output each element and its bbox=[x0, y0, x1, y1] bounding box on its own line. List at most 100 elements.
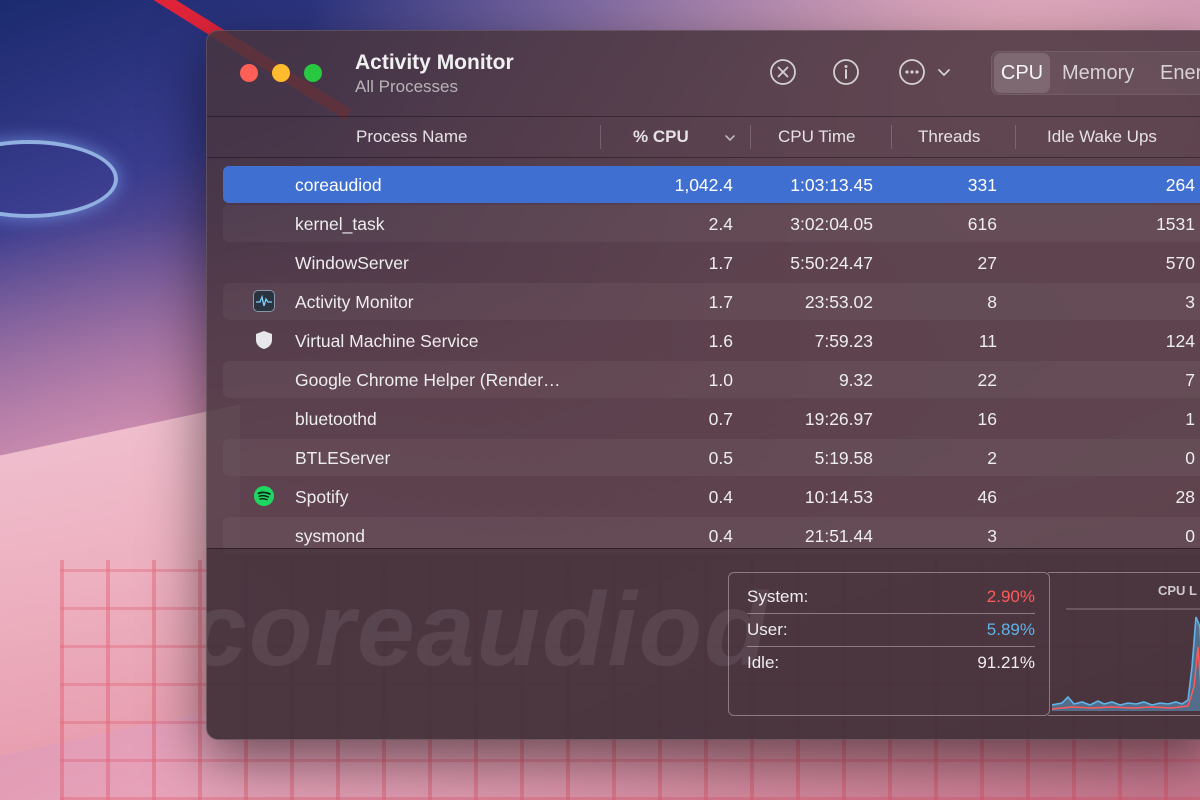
process-name: Virtual Machine Service bbox=[295, 331, 479, 351]
process-threads: 331 bbox=[967, 175, 997, 195]
process-idle-wake-ups: 1 bbox=[1185, 409, 1195, 429]
process-cpu: 2.4 bbox=[708, 214, 733, 234]
column-header-threads[interactable]: Threads bbox=[918, 127, 980, 147]
user-value: 5.89% bbox=[986, 620, 1035, 639]
shield-icon bbox=[253, 329, 275, 351]
chevron-down-icon[interactable] bbox=[935, 63, 953, 81]
stop-process-icon bbox=[770, 59, 796, 85]
process-name: Google Chrome Helper (Render… bbox=[295, 370, 561, 390]
column-header-idle-wake-ups[interactable]: Idle Wake Ups bbox=[1047, 127, 1157, 147]
system-label: System: bbox=[747, 587, 809, 606]
table-row[interactable]: WindowServer 1.7 5:50:24.47 27 570 bbox=[223, 244, 1200, 281]
tab-cpu[interactable]: CPU bbox=[994, 53, 1050, 93]
title-bar: Activity Monitor All Processes CPU Memor… bbox=[207, 31, 1200, 115]
window-title: Activity Monitor bbox=[355, 51, 514, 74]
table-row[interactable]: Activity Monitor 1.7 23:53.02 8 3 bbox=[223, 283, 1200, 320]
process-cpu: 0.4 bbox=[708, 526, 733, 546]
tab-memory[interactable]: Memory bbox=[1062, 52, 1134, 94]
more-options-button[interactable] bbox=[897, 57, 929, 89]
process-cpu-time: 5:50:24.47 bbox=[790, 253, 873, 273]
process-cpu-time: 23:53.02 bbox=[804, 292, 873, 312]
process-idle-wake-ups: 570 bbox=[1165, 253, 1195, 273]
idle-label: Idle: bbox=[747, 653, 780, 672]
column-header-cpu[interactable]: % CPU bbox=[633, 127, 689, 147]
info-icon bbox=[833, 59, 859, 85]
process-cpu-time: 1:03:13.45 bbox=[790, 175, 873, 195]
selected-process-watermark: coreaudiod bbox=[206, 572, 770, 688]
close-window-button[interactable] bbox=[240, 64, 258, 82]
process-cpu: 1.0 bbox=[708, 370, 733, 390]
table-row[interactable]: bluetoothd 0.7 19:26.97 16 1 bbox=[223, 400, 1200, 437]
cpu-load-title: CPU L bbox=[1158, 583, 1197, 598]
process-idle-wake-ups: 28 bbox=[1175, 487, 1195, 507]
process-cpu: 1.7 bbox=[708, 292, 733, 312]
activity-monitor-icon bbox=[253, 290, 275, 312]
zoom-window-button[interactable] bbox=[304, 64, 322, 82]
column-divider[interactable] bbox=[750, 125, 751, 149]
process-cpu-time: 9.32 bbox=[838, 370, 873, 390]
process-table: coreaudiod 1,042.4 1:03:13.45 331 264 ke… bbox=[223, 166, 1200, 556]
table-row[interactable]: Virtual Machine Service 1.6 7:59.23 11 1… bbox=[223, 322, 1200, 359]
minimize-window-button[interactable] bbox=[272, 64, 290, 82]
process-idle-wake-ups: 7 bbox=[1185, 370, 1195, 390]
process-name: kernel_task bbox=[295, 214, 385, 234]
process-idle-wake-ups: 0 bbox=[1185, 448, 1195, 468]
process-cpu: 0.7 bbox=[708, 409, 733, 429]
view-tabs: CPU Memory Ener bbox=[991, 51, 1200, 95]
user-stat-row: User: 5.89% bbox=[747, 616, 1035, 647]
cpu-load-sparkline bbox=[1052, 608, 1200, 711]
process-cpu: 1,042.4 bbox=[674, 175, 733, 195]
process-threads: 22 bbox=[977, 370, 997, 390]
window-subtitle: All Processes bbox=[355, 77, 458, 96]
cpu-usage-stats: System: 2.90% User: 5.89% Idle: 91.21% bbox=[728, 572, 1050, 716]
process-threads: 46 bbox=[977, 487, 997, 507]
system-value: 2.90% bbox=[986, 587, 1035, 606]
process-name: sysmond bbox=[295, 526, 366, 546]
process-name: WindowServer bbox=[295, 253, 409, 273]
process-threads: 3 bbox=[987, 526, 997, 546]
column-divider[interactable] bbox=[891, 125, 892, 149]
process-idle-wake-ups: 0 bbox=[1185, 526, 1195, 546]
process-idle-wake-ups: 1531 bbox=[1156, 214, 1195, 234]
process-idle-wake-ups: 124 bbox=[1165, 331, 1195, 351]
process-cpu-time: 3:02:04.05 bbox=[790, 214, 873, 234]
process-threads: 11 bbox=[978, 331, 997, 351]
stop-process-button[interactable] bbox=[768, 57, 800, 89]
sort-chevron-icon bbox=[723, 131, 737, 145]
table-row[interactable]: coreaudiod 1,042.4 1:03:13.45 331 264 bbox=[223, 166, 1200, 203]
process-cpu-time: 19:26.97 bbox=[804, 409, 873, 429]
column-divider[interactable] bbox=[600, 125, 601, 149]
inspect-process-button[interactable] bbox=[831, 57, 863, 89]
process-cpu: 0.5 bbox=[708, 448, 733, 468]
process-name: BTLEServer bbox=[295, 448, 391, 468]
table-row[interactable]: BTLEServer 0.5 5:19.58 2 0 bbox=[223, 439, 1200, 476]
process-cpu-time: 10:14.53 bbox=[804, 487, 873, 507]
process-cpu-time: 7:59.23 bbox=[814, 331, 873, 351]
column-divider[interactable] bbox=[1015, 125, 1016, 149]
column-header-row: Process Name % CPU CPU Time Threads Idle… bbox=[207, 116, 1200, 158]
column-header-process-name[interactable]: Process Name bbox=[356, 127, 467, 147]
process-cpu: 1.7 bbox=[708, 253, 733, 273]
process-idle-wake-ups: 3 bbox=[1185, 292, 1195, 312]
table-row[interactable]: kernel_task 2.4 3:02:04.05 616 1531 bbox=[223, 205, 1200, 242]
tab-energy[interactable]: Ener bbox=[1160, 52, 1200, 94]
spotify-icon bbox=[253, 485, 275, 507]
cpu-summary-panel: coreaudiod System: 2.90% User: 5.89% Idl… bbox=[207, 548, 1200, 739]
user-label: User: bbox=[747, 620, 788, 639]
more-options-icon bbox=[899, 59, 925, 85]
idle-value: 91.21% bbox=[977, 653, 1035, 672]
table-row[interactable]: Google Chrome Helper (Render… 1.0 9.32 2… bbox=[223, 361, 1200, 398]
process-threads: 2 bbox=[987, 448, 997, 468]
activity-monitor-window: Activity Monitor All Processes CPU Memor… bbox=[206, 30, 1200, 740]
process-threads: 616 bbox=[967, 214, 997, 234]
process-threads: 16 bbox=[977, 409, 997, 429]
process-threads: 27 bbox=[977, 253, 997, 273]
table-row[interactable]: Spotify 0.4 10:14.53 46 28 bbox=[223, 478, 1200, 515]
column-header-cpu-time[interactable]: CPU Time bbox=[778, 127, 855, 147]
system-stat-row: System: 2.90% bbox=[747, 583, 1035, 614]
process-cpu-time: 5:19.58 bbox=[814, 448, 873, 468]
process-threads: 8 bbox=[987, 292, 997, 312]
process-name: Spotify bbox=[295, 487, 349, 507]
process-name: Activity Monitor bbox=[295, 292, 414, 312]
process-cpu-time: 21:51.44 bbox=[804, 526, 873, 546]
